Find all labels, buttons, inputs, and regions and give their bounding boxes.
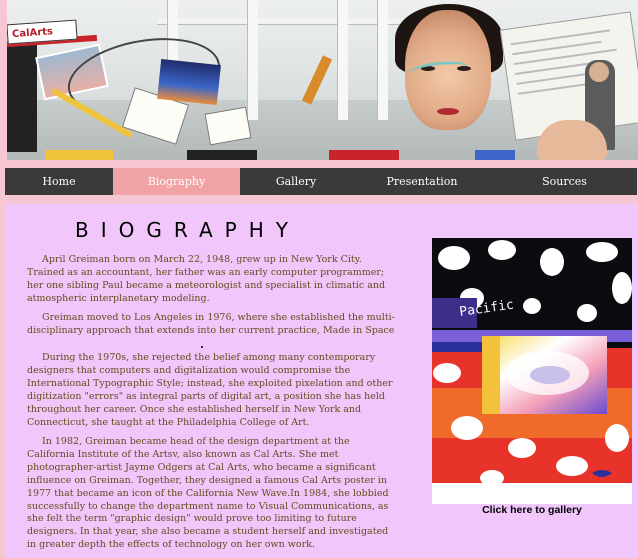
nav-biography[interactable]: Biography: [113, 168, 240, 195]
banner-column: [377, 0, 388, 120]
bio-paragraph-2: Greiman moved to Los Angeles in 1976, wh…: [27, 312, 395, 336]
banner-lips: [437, 108, 459, 115]
stray-dot: [201, 346, 203, 348]
bio-paragraph-4: In 1982, Greiman became head of the desi…: [27, 436, 389, 551]
banner-column: [337, 0, 348, 120]
banner-man-head: [589, 62, 609, 82]
banner-sky-photo: [157, 58, 221, 106]
bio-paragraph-1: April Greiman born on March 22, 1948, gr…: [27, 254, 386, 304]
bio-paragraph-3: During the 1970s, she rejected the belie…: [27, 352, 393, 428]
gallery-link[interactable]: Click here to gallery: [432, 504, 632, 516]
nav-home[interactable]: Home: [5, 168, 113, 195]
page-title: BIOGRAPHY: [75, 218, 300, 242]
banner-color-strip: [45, 150, 113, 160]
nav-sources[interactable]: Sources: [492, 168, 637, 195]
banner-color-strip: [329, 150, 399, 160]
banner-dark-panel: [7, 42, 37, 152]
nav-presentation[interactable]: Presentation: [352, 168, 492, 195]
pacific-poster-art: Pacific: [432, 238, 632, 504]
banner-color-strip: [475, 150, 515, 160]
header-banner-collage: CalArts: [7, 0, 638, 160]
banner-column: [247, 0, 258, 120]
main-nav: Home Biography Gallery Presentation Sour…: [5, 168, 637, 195]
biography-section: BIOGRAPHY April Greiman born on March 22…: [5, 204, 638, 558]
banner-color-strip: [187, 150, 257, 160]
gallery-thumbnail-poster[interactable]: Pacific: [432, 238, 632, 504]
banner-dancer-figure: [301, 55, 333, 105]
nav-gallery[interactable]: Gallery: [240, 168, 352, 195]
